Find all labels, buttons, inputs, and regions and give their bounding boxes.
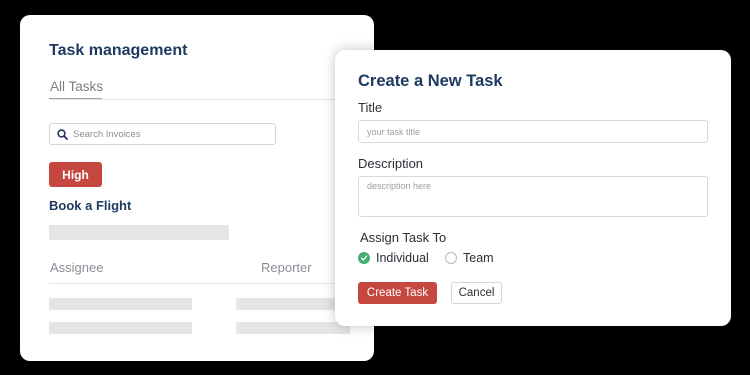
tabs-divider [49, 99, 374, 100]
task-management-panel: Task management All Tasks High Book a Fl… [20, 15, 374, 361]
header-divider [49, 283, 374, 284]
dialog-title: Create a New Task [358, 72, 503, 90]
create-task-dialog: Create a New Task Title Description Assi… [335, 50, 731, 326]
panel-title: Task management [49, 42, 188, 59]
radio-individual[interactable]: Individual [358, 251, 429, 265]
placeholder-bar [236, 322, 350, 334]
radio-unchecked-icon[interactable] [445, 252, 457, 264]
placeholder-bar [49, 225, 229, 240]
radio-team[interactable]: Team [445, 251, 494, 265]
search-box[interactable] [49, 123, 276, 145]
task-name[interactable]: Book a Flight [49, 198, 131, 213]
assign-label: Assign Task To [360, 230, 447, 245]
radio-label-team: Team [463, 251, 494, 265]
priority-badge: High [49, 162, 102, 187]
title-input[interactable] [358, 120, 708, 143]
search-icon [57, 129, 68, 140]
radio-checked-icon[interactable] [358, 252, 370, 264]
placeholder-bar [49, 322, 192, 334]
create-task-button[interactable]: Create Task [358, 282, 437, 304]
search-input[interactable] [73, 126, 268, 142]
radio-label-individual: Individual [376, 251, 429, 265]
description-input[interactable] [358, 176, 708, 217]
column-header-assignee: Assignee [50, 260, 104, 275]
placeholder-bar [49, 298, 192, 310]
check-icon [360, 255, 368, 261]
description-label: Description [358, 156, 424, 171]
title-label: Title [358, 100, 383, 115]
tab-all-tasks[interactable]: All Tasks [50, 79, 103, 94]
placeholder-bar [236, 298, 350, 310]
column-header-reporter: Reporter [261, 260, 312, 275]
cancel-button[interactable]: Cancel [451, 282, 502, 304]
